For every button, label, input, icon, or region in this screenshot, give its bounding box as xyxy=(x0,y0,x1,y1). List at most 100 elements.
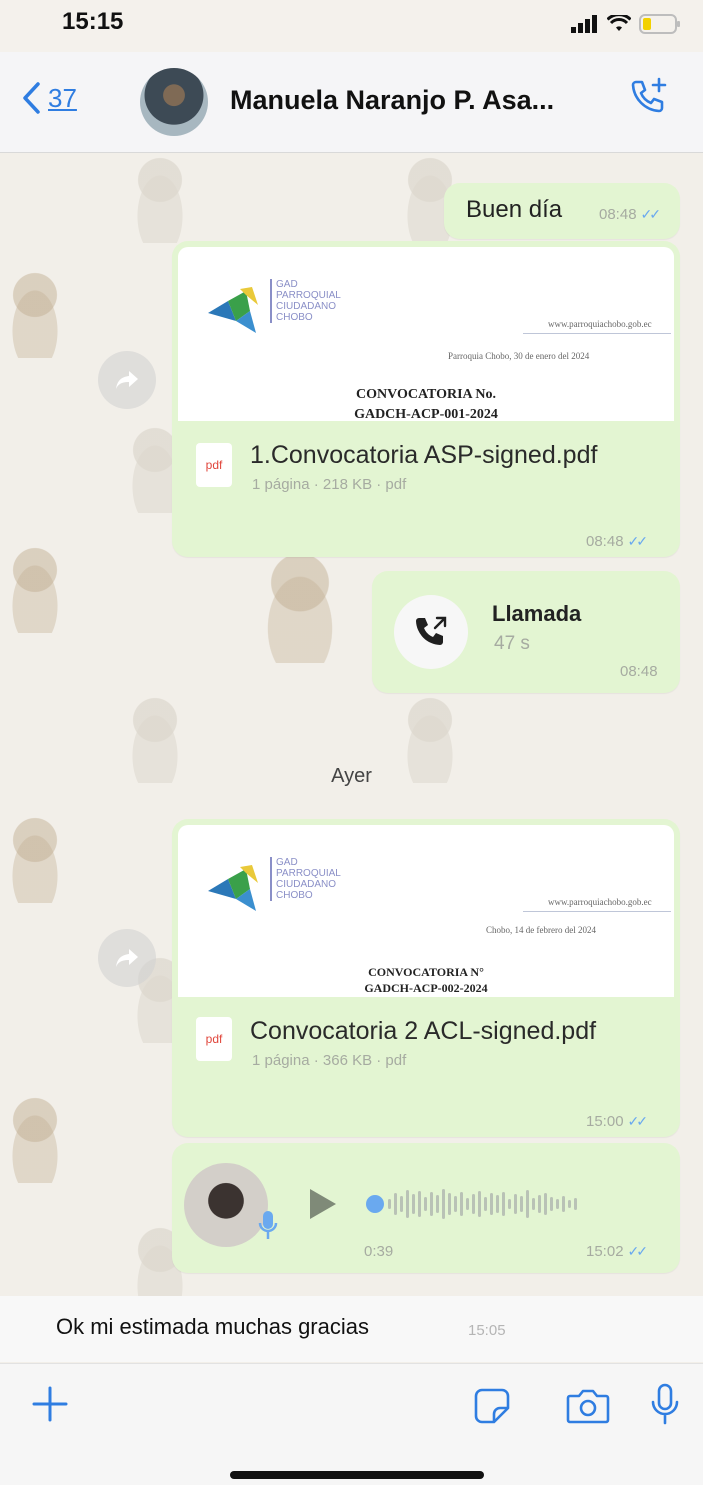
voice-duration: 0:39 xyxy=(364,1243,394,1260)
waveform-bar xyxy=(478,1191,481,1217)
message-time-text: 15:02 xyxy=(586,1243,624,1260)
call-button[interactable] xyxy=(394,595,468,669)
message-time: 15:02 ✓✓ xyxy=(586,1243,648,1260)
wallpaper-bear xyxy=(125,153,195,243)
sender-avatar xyxy=(184,1163,268,1247)
waveform-bar xyxy=(448,1193,451,1215)
forward-icon xyxy=(116,949,138,967)
logo-line: GAD xyxy=(276,279,298,290)
document-subheading: GADCH-ACP-001-2024 xyxy=(354,407,498,421)
unread-count: 37 xyxy=(48,82,77,113)
wallpaper-bear xyxy=(0,543,70,633)
message-bubble-call[interactable]: Llamada 47 s 08:48 xyxy=(372,571,680,693)
message-bubble-greeting[interactable]: Buen día 08:48 ✓✓ xyxy=(444,183,680,239)
wallpaper-bear xyxy=(0,813,70,903)
message-time: 15:00 ✓✓ xyxy=(586,1113,649,1130)
plus-icon[interactable] xyxy=(30,1384,70,1424)
logo-text: GAD PARROQUIAL CIUDADANO CHOBO xyxy=(270,857,341,901)
waveform-bar xyxy=(502,1192,505,1216)
document-preview[interactable]: GAD PARROQUIAL CIUDADANO CHOBO www.parro… xyxy=(178,825,674,997)
document-date: Chobo, 14 de febrero del 2024 xyxy=(486,925,596,935)
document-preview[interactable]: GAD PARROQUIAL CIUDADANO CHOBO www.parro… xyxy=(178,247,674,421)
waveform-bar xyxy=(574,1198,577,1210)
file-name: Convocatoria 2 ACL-signed.pdf xyxy=(250,1017,597,1045)
logo-line: CHOBO xyxy=(276,312,313,323)
playback-dot[interactable] xyxy=(366,1195,384,1213)
file-row[interactable]: pdf 1.Convocatoria ASP-signed.pdf 1 pági… xyxy=(172,431,680,501)
microphone-badge-icon xyxy=(258,1211,278,1239)
file-meta: 1 página · 218 KB · pdf xyxy=(252,476,407,493)
waveform-bar xyxy=(466,1198,469,1210)
chat-area[interactable]: Buen día 08:48 ✓✓ GAD PARROQUIAL CIUDADAN… xyxy=(0,153,703,1363)
document-heading: CONVOCATORIA N° xyxy=(368,965,484,979)
waveform-bar xyxy=(526,1190,529,1218)
message-time: 08:48 xyxy=(620,663,658,680)
message-time-text: 08:48 xyxy=(586,533,624,550)
wallpaper-bear xyxy=(0,268,70,358)
file-row[interactable]: pdf Convocatoria 2 ACL-signed.pdf 1 pági… xyxy=(172,1005,680,1075)
waveform-bar xyxy=(436,1195,439,1213)
logo-line: GAD xyxy=(276,857,298,868)
sticker-icon[interactable] xyxy=(474,1388,510,1424)
document-date: Parroquia Chobo, 30 de enero del 2024 xyxy=(448,351,590,361)
logo-line: CIUDADANO xyxy=(276,301,337,312)
back-button[interactable]: 37 xyxy=(22,82,77,114)
message-bubble-voice[interactable]: 0:39 15:02 ✓✓ xyxy=(172,1143,680,1273)
forward-button[interactable] xyxy=(98,351,156,409)
message-bubble-incoming[interactable]: Ok mi estimada muchas gracias 15:05 xyxy=(0,1296,703,1362)
message-time: 08:48 ✓✓ xyxy=(586,533,648,550)
document-website: www.parroquiachobo.gob.ec xyxy=(548,319,652,329)
waveform-bar xyxy=(568,1200,571,1208)
waveform-bar xyxy=(496,1195,499,1213)
message-text: Buen día xyxy=(466,196,563,223)
waveform-bar xyxy=(556,1199,559,1209)
logo-line: PARROQUIAL xyxy=(276,868,341,879)
waveform-bar xyxy=(388,1199,391,1209)
waveform-bar xyxy=(508,1199,511,1209)
document-website: www.parroquiachobo.gob.ec xyxy=(548,897,652,907)
message-time: 15:05 xyxy=(468,1322,506,1339)
battery-icon xyxy=(639,14,680,34)
wallpaper-bear xyxy=(250,548,350,663)
pdf-file-icon: pdf xyxy=(196,443,232,487)
document-subheading: GADCH-ACP-002-2024 xyxy=(364,981,488,995)
home-indicator[interactable] xyxy=(230,1471,484,1479)
audio-waveform[interactable] xyxy=(388,1183,577,1225)
waveform-bar xyxy=(430,1192,433,1216)
contact-name[interactable]: Manuela Naranjo P. Asa... xyxy=(230,85,554,116)
logo-line: PARROQUIAL xyxy=(276,290,341,301)
waveform-bar xyxy=(490,1193,493,1215)
gad-logo-icon xyxy=(208,865,258,911)
message-time-text: 08:48 xyxy=(599,206,637,223)
microphone-icon[interactable] xyxy=(650,1382,680,1426)
status-icons xyxy=(571,14,681,34)
message-bubble-document-1[interactable]: GAD PARROQUIAL CIUDADANO CHOBO www.parro… xyxy=(172,241,680,557)
message-time: 08:48 ✓✓ xyxy=(599,206,662,223)
document-divider xyxy=(523,911,671,912)
file-name: 1.Convocatoria ASP-signed.pdf xyxy=(250,441,598,469)
message-bubble-document-2[interactable]: GAD PARROQUIAL CIUDADANO CHOBO www.parro… xyxy=(172,819,680,1137)
message-input[interactable] xyxy=(92,1382,452,1428)
waveform-bar xyxy=(550,1197,553,1211)
call-duration: 47 s xyxy=(494,633,530,654)
read-receipt-icon: ✓✓ xyxy=(627,1113,649,1129)
waveform-bar xyxy=(538,1195,541,1213)
document-heading: CONVOCATORIA No. xyxy=(356,387,496,402)
waveform-bar xyxy=(532,1198,535,1210)
play-icon[interactable] xyxy=(308,1187,338,1221)
pdf-file-icon: pdf xyxy=(196,1017,232,1061)
forward-button[interactable] xyxy=(98,929,156,987)
read-receipt-icon: ✓✓ xyxy=(640,206,662,222)
wallpaper-bear xyxy=(0,1093,70,1183)
day-separator: Ayer xyxy=(331,765,372,787)
waveform-bar xyxy=(394,1193,397,1215)
contact-avatar[interactable] xyxy=(140,68,208,136)
phone-plus-icon[interactable] xyxy=(627,76,669,118)
status-time: 15:15 xyxy=(62,8,124,35)
forward-icon xyxy=(116,371,138,389)
waveform-bar xyxy=(418,1191,421,1217)
camera-icon[interactable] xyxy=(566,1388,610,1424)
waveform-bar xyxy=(484,1197,487,1211)
chat-header: 37 Manuela Naranjo P. Asa... xyxy=(0,52,703,153)
waveform-bar xyxy=(412,1194,415,1214)
